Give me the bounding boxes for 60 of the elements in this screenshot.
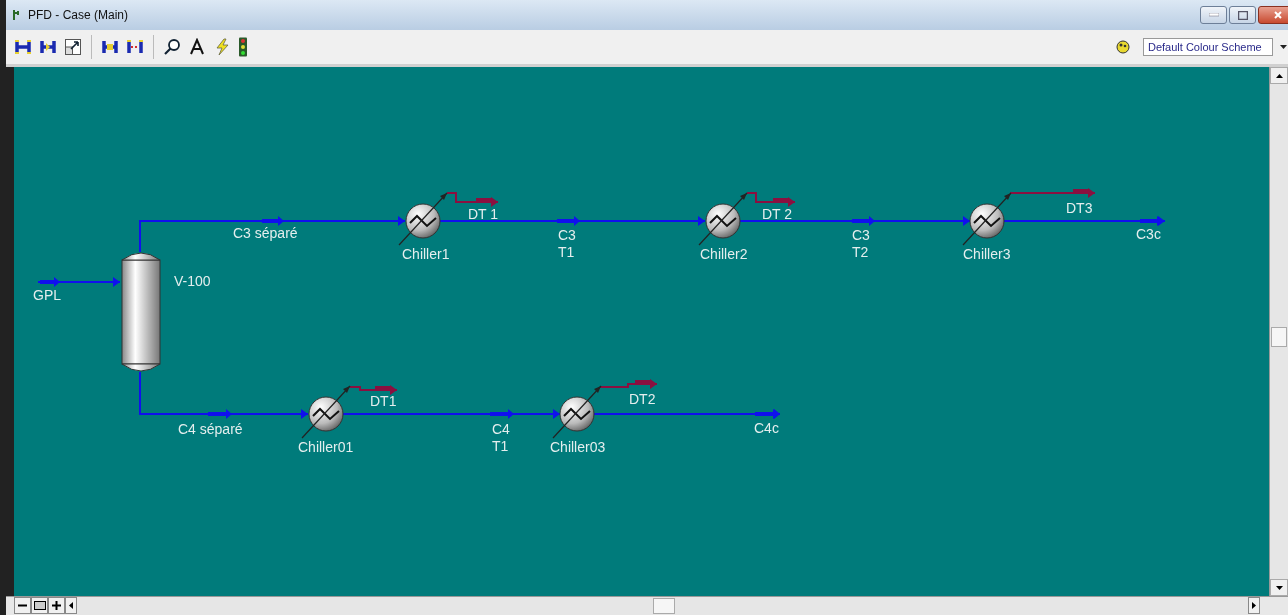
right-arrow-icon xyxy=(1252,602,1256,609)
close-button[interactable] xyxy=(1258,6,1288,24)
dropdown-arrow-icon[interactable] xyxy=(1280,44,1287,50)
scroll-right-button[interactable] xyxy=(1248,597,1260,614)
page-icon xyxy=(33,601,46,610)
scroll-up-button[interactable] xyxy=(1270,67,1288,84)
stream-label: DT1 xyxy=(370,394,397,409)
zoom-in-button[interactable] xyxy=(48,597,65,614)
zoom-fit-button[interactable] xyxy=(31,597,48,614)
chiller-icon[interactable] xyxy=(301,385,351,439)
stream-label: C3 séparé xyxy=(233,226,298,241)
minimize-icon xyxy=(1208,13,1219,17)
scrollbar-thumb[interactable] xyxy=(1271,327,1287,347)
colour-scheme-dropdown[interactable]: Default Colour Scheme xyxy=(1143,38,1273,56)
unit-label: V-100 xyxy=(174,274,211,289)
down-arrow-icon xyxy=(1275,585,1283,590)
window-title: PFD - Case (Main) xyxy=(28,8,128,22)
left-arrow-icon xyxy=(69,602,73,609)
disconnect-icon[interactable] xyxy=(126,38,144,56)
scroll-left-button[interactable] xyxy=(65,597,77,614)
unit-label: Chiller01 xyxy=(298,440,354,455)
close-icon xyxy=(1274,11,1282,19)
palette-icon[interactable] xyxy=(1116,40,1130,54)
zoom-out-button[interactable] xyxy=(14,597,31,614)
up-arrow-icon xyxy=(1275,73,1283,78)
chiller-icon[interactable] xyxy=(962,192,1012,246)
unit-label: Chiller2 xyxy=(700,247,748,262)
connect-icon[interactable] xyxy=(101,38,119,56)
lightning-icon[interactable] xyxy=(213,38,231,56)
connect-icon[interactable] xyxy=(14,38,32,56)
stream-label: DT3 xyxy=(1066,201,1093,216)
maximize-icon xyxy=(1237,10,1248,20)
separator-vessel[interactable] xyxy=(121,252,161,372)
unit-label: Chiller03 xyxy=(550,440,606,455)
text-tool-icon[interactable] xyxy=(188,38,206,56)
stream-label: C4c xyxy=(754,421,779,436)
stream-label: DT 2 xyxy=(762,207,793,222)
stream-label: C4 séparé xyxy=(178,422,243,437)
chiller-icon[interactable] xyxy=(398,192,448,246)
app-icon xyxy=(12,9,22,21)
unit-label: Chiller1 xyxy=(402,247,450,262)
stream-label: GPL xyxy=(33,288,61,303)
unit-label: Chiller3 xyxy=(963,247,1011,262)
resize-icon[interactable] xyxy=(64,38,82,56)
stream-label: C4 T1 xyxy=(492,421,510,455)
stream-label: DT 1 xyxy=(468,207,499,222)
connect-icon[interactable] xyxy=(39,38,57,56)
plus-icon xyxy=(52,601,61,610)
chiller-icon[interactable] xyxy=(698,192,748,246)
stream-label: DT2 xyxy=(629,392,656,407)
stream-label: C3 T2 xyxy=(852,227,870,261)
traffic-light-icon[interactable] xyxy=(238,37,248,57)
scrollbar-thumb[interactable] xyxy=(653,598,675,614)
minimize-button[interactable] xyxy=(1200,6,1227,24)
stream-label: C3 T1 xyxy=(558,227,576,261)
stream-label: C3c xyxy=(1136,227,1161,242)
maximize-button[interactable] xyxy=(1229,6,1256,24)
search-icon[interactable] xyxy=(163,38,181,56)
chiller-icon[interactable] xyxy=(552,385,602,439)
scroll-down-button[interactable] xyxy=(1270,579,1288,596)
